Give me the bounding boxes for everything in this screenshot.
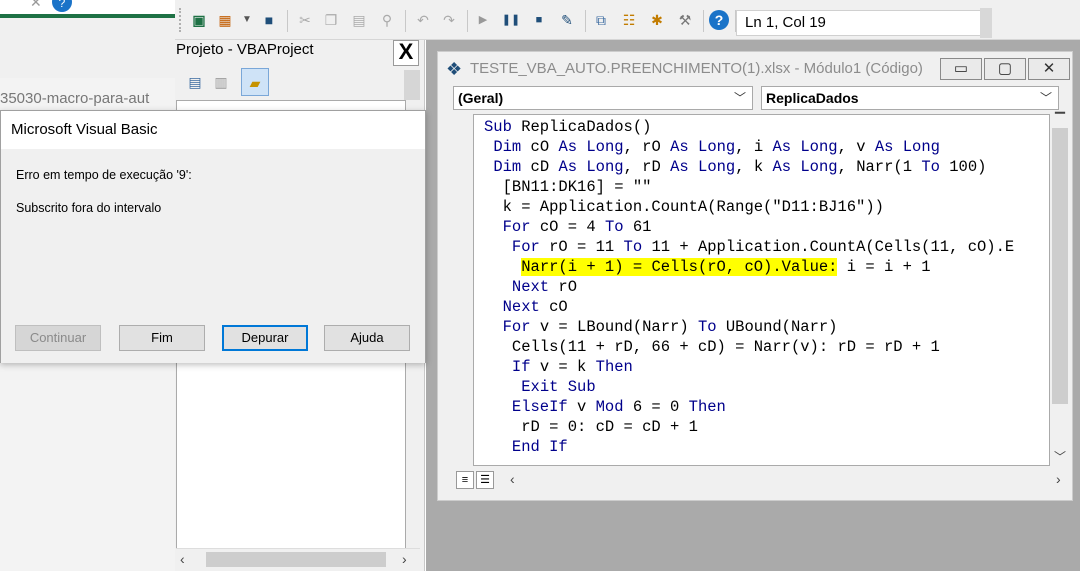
paste-icon[interactable]: ▤ xyxy=(349,10,369,30)
excel-icon[interactable]: ▣ xyxy=(189,10,209,30)
toolbar-separator xyxy=(703,10,704,32)
cut-icon[interactable]: ✂ xyxy=(295,10,315,30)
chevron-down-icon: ﹀ xyxy=(1039,91,1052,105)
procedure-view-icon[interactable]: ≡ xyxy=(456,471,474,489)
view-code-icon[interactable]: ▤ xyxy=(181,68,209,96)
toolbar-separator xyxy=(467,10,468,32)
project-explorer-close-button[interactable]: X xyxy=(393,40,419,66)
code-window-title: TESTE_VBA_AUTO.PREENCHIMENTO(1).xlsx - M… xyxy=(470,60,923,77)
code-line[interactable]: For v = LBound(Narr) To UBound(Narr) xyxy=(484,317,838,337)
close-window-button[interactable]: ✕ xyxy=(1028,58,1070,80)
find-icon[interactable]: ⚲ xyxy=(377,10,397,30)
code-hscrollbar[interactable]: ≡ ☰ ‹ › xyxy=(456,468,1068,492)
object-browser-icon[interactable]: ✱ xyxy=(647,10,667,30)
background-toolbar xyxy=(0,18,175,78)
error-code-text: Erro em tempo de execução '9': xyxy=(16,168,192,182)
redo-icon[interactable]: ↷ xyxy=(439,10,459,30)
background-top: ✕ ? xyxy=(0,0,175,14)
project-explorer-title: Projeto - VBAProject xyxy=(176,41,314,58)
vbe-standard-toolbar: ▣ ▦ ▼ ■ ✂ ❐ ▤ ⚲ ↶ ↷ ▶ ❚❚ ■ ✎ ⧉ ☷ ✱ ⚒ ? L… xyxy=(175,0,1080,40)
scroll-right-icon[interactable]: › xyxy=(1056,471,1061,487)
toolbar-separator xyxy=(405,10,406,32)
dialog-body: Erro em tempo de execução '9': Subscrito… xyxy=(1,149,425,363)
code-line[interactable]: For rO = 11 To 11 + Application.CountA(C… xyxy=(484,237,1014,257)
break-icon[interactable]: ❚❚ xyxy=(501,10,521,30)
code-line[interactable]: Cells(11 + rD, 66 + cD) = Narr(v): rD = … xyxy=(484,337,940,357)
project-explorer-toolbar: ▤ ▥ ▰ xyxy=(175,68,425,96)
toolbar-grip xyxy=(179,8,183,32)
code-line[interactable]: Narr(i + 1) = Cells(rO, cO).Value: i = i… xyxy=(484,257,931,277)
view-object-icon[interactable]: ▥ xyxy=(207,68,235,96)
code-line[interactable]: End If xyxy=(484,437,568,457)
dropdown-arrow-icon[interactable]: ▼ xyxy=(237,10,257,30)
help-icon: ? xyxy=(52,0,72,12)
debug-button[interactable]: Depurar xyxy=(222,325,308,351)
cursor-position-display: Ln 1, Col 19 xyxy=(736,10,984,36)
code-line[interactable]: Next rO xyxy=(484,277,577,297)
scroll-left-icon[interactable]: ‹ xyxy=(180,551,185,567)
code-window-titlebar: ❖ TESTE_VBA_AUTO.PREENCHIMENTO(1).xlsx -… xyxy=(438,52,1074,86)
reset-icon[interactable]: ■ xyxy=(529,10,549,30)
code-line[interactable]: ElseIf v Mod 6 = 0 Then xyxy=(484,397,726,417)
undo-icon[interactable]: ↶ xyxy=(413,10,433,30)
project-tree-hscrollbar[interactable]: ‹ › xyxy=(176,548,420,570)
code-line[interactable]: [BN11:DK16] = "" xyxy=(484,177,652,197)
continue-button[interactable]: Continuar xyxy=(15,325,101,351)
code-line[interactable]: Exit Sub xyxy=(484,377,595,397)
code-margin-indicator-bar[interactable] xyxy=(456,114,473,466)
minimize-button[interactable]: ▭ xyxy=(940,58,982,80)
code-line[interactable]: Dim cO As Long, rO As Long, i As Long, v… xyxy=(484,137,940,157)
full-module-view-icon[interactable]: ☰ xyxy=(476,471,494,489)
background-url-text: 35030-macro-para-aut xyxy=(0,90,150,107)
copy-icon[interactable]: ❐ xyxy=(321,10,341,30)
scroll-left-icon[interactable]: ‹ xyxy=(510,471,515,487)
code-vscrollbar[interactable]: ▔ ﹀ xyxy=(1050,112,1070,466)
scroll-thumb[interactable] xyxy=(1052,128,1068,404)
code-line[interactable]: Next cO xyxy=(484,297,568,317)
code-line[interactable]: For cO = 4 To 61 xyxy=(484,217,652,237)
code-line[interactable]: k = Application.CountA(Range("D11:BJ16")… xyxy=(484,197,884,217)
chevron-down-icon: ﹀ xyxy=(733,91,746,105)
scroll-right-icon[interactable]: › xyxy=(402,551,407,567)
toolbar-overflow-button[interactable] xyxy=(980,8,992,38)
properties-icon[interactable]: ☷ xyxy=(619,10,639,30)
object-combo[interactable]: (Geral) ﹀ xyxy=(453,86,753,110)
dialog-title: Microsoft Visual Basic xyxy=(11,121,158,138)
design-mode-icon[interactable]: ✎ xyxy=(557,10,577,30)
code-line[interactable]: rD = 0: cD = cD + 1 xyxy=(484,417,698,437)
help-button[interactable]: Ajuda xyxy=(324,325,410,351)
scroll-thumb[interactable] xyxy=(206,552,386,567)
error-message-text: Subscrito fora do intervalo xyxy=(16,201,162,215)
insert-userform-icon[interactable]: ▦ xyxy=(215,10,235,30)
scroll-down-icon[interactable]: ﹀ xyxy=(1054,448,1066,465)
error-dialog: Microsoft Visual Basic Erro em tempo de … xyxy=(0,110,426,363)
vba-module-icon: ❖ xyxy=(446,59,463,79)
object-combo-value: (Geral) xyxy=(458,90,504,106)
scroll-up-icon[interactable]: ▔ xyxy=(1055,112,1065,128)
project-explorer-icon[interactable]: ⧉ xyxy=(591,10,611,30)
help-icon[interactable]: ? xyxy=(709,10,729,30)
code-line[interactable]: Sub ReplicaDados() xyxy=(484,117,651,137)
maximize-button[interactable]: ▢ xyxy=(984,58,1026,80)
toolbox-icon[interactable]: ⚒ xyxy=(675,10,695,30)
project-tree-scroll-arrow[interactable] xyxy=(404,70,420,100)
toolbar-separator xyxy=(585,10,586,32)
code-line[interactable]: Dim cD As Long, rD As Long, k As Long, N… xyxy=(484,157,986,177)
procedure-combo-value: ReplicaDados xyxy=(766,90,859,106)
code-line[interactable]: If v = k Then xyxy=(484,357,633,377)
code-window: ❖ TESTE_VBA_AUTO.PREENCHIMENTO(1).xlsx -… xyxy=(437,51,1073,501)
save-icon[interactable]: ■ xyxy=(259,10,279,30)
close-icon: ✕ xyxy=(30,0,42,10)
procedure-combo[interactable]: ReplicaDados ﹀ xyxy=(761,86,1059,110)
code-editor[interactable]: Sub ReplicaDados() Dim cO As Long, rO As… xyxy=(473,114,1050,466)
run-icon[interactable]: ▶ xyxy=(473,10,493,30)
end-button[interactable]: Fim xyxy=(119,325,205,351)
toggle-folders-icon[interactable]: ▰ xyxy=(241,68,269,96)
toolbar-separator xyxy=(287,10,288,32)
